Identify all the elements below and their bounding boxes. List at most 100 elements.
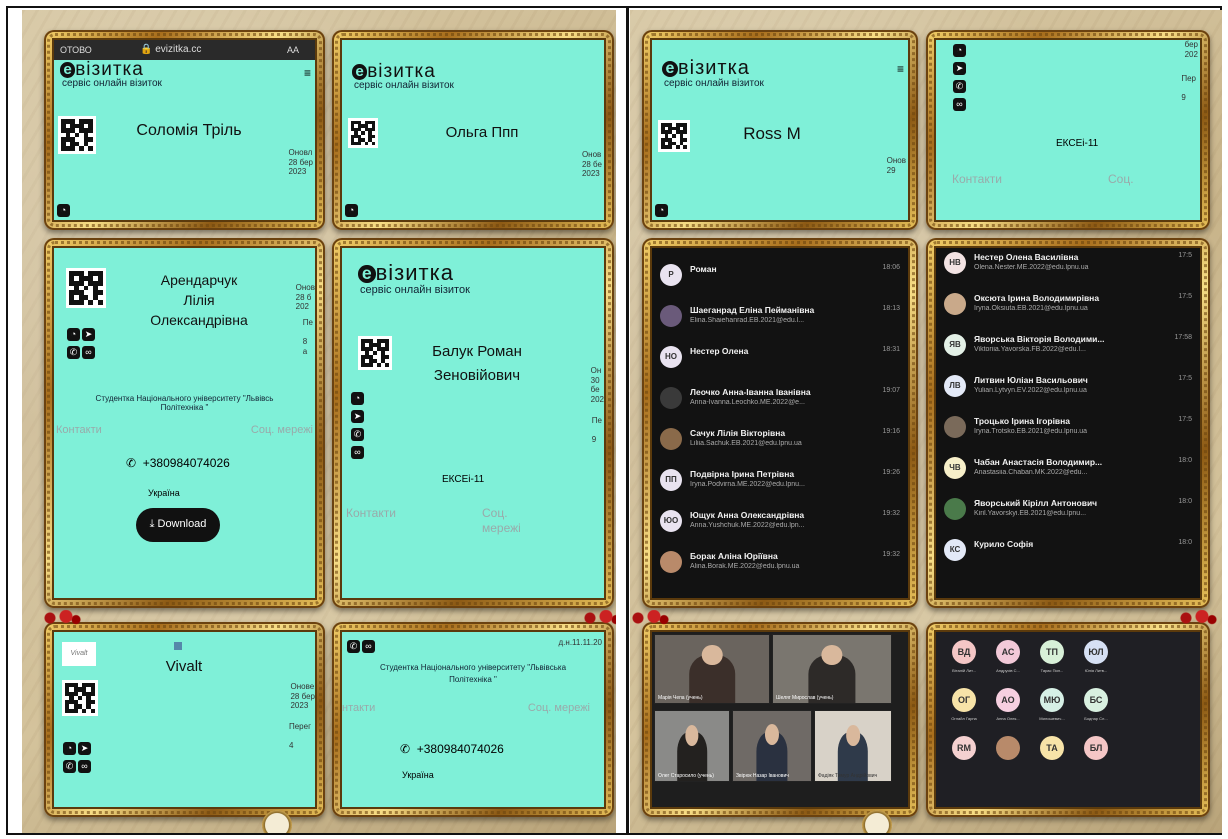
participant-avatar[interactable] [996,736,1020,760]
participant-avatar[interactable]: ЮЛ [1084,640,1108,664]
evizitka-logo[interactable]: e візитка [358,262,454,284]
avatar: ЧВ [944,457,966,479]
phone-row[interactable]: ✆ +380984074026 [126,456,230,470]
participant-avatar[interactable]: БС [1084,688,1108,712]
video-call-grid[interactable]: Марія Чепа (учень) Шеляг Мирослав (учень… [650,630,910,809]
telegram-icon[interactable]: ➤ [351,410,364,423]
contact-name: Подвірна Ірина Петрівна [690,469,795,479]
participant-avatar[interactable]: ТП [1040,640,1064,664]
evizitka-logo[interactable]: e візитка [352,62,436,81]
whatsapp-icon[interactable]: ◔ [953,44,966,57]
chat-row[interactable]: ЛВ Литвин Юліан Васильович Yulian.Lytvyn.E… [936,371,1200,412]
participant-name: Фадіяк Тимур Андрійович [818,773,878,779]
video-tile[interactable]: Олег Старосило (учень) [654,710,730,782]
chat-text: Яворський Кірілл Антонович Kiril.Yavorsky… [974,498,1170,517]
menu-icon[interactable]: ≡ [897,62,904,76]
chat-row[interactable]: Шаеганрад Еліна Пейманівна Elina.Shaiehan… [652,301,908,342]
contact-email: Iryna.Oksiuta.EB.2021@edu.lpnu.ua [974,305,1088,312]
chat-row[interactable]: КС Курило Софія 18:0 [936,535,1200,576]
whatsapp-icon[interactable]: ◔ [345,204,358,217]
card-1[interactable]: ОТОВО 🔒 evizitka.cc AA e візитка сервіс о… [52,38,317,222]
social-tab[interactable]: Соц. [1108,172,1134,186]
video-tile[interactable]: Звірюк Назар Іванович [732,710,812,782]
social-tab[interactable]: Соц. мережі [482,506,521,536]
chat-row[interactable]: Оксюта Ірина Володимирівна Iryna.Oksiuta.… [936,289,1200,330]
contacts-tab[interactable]: нтакти [342,702,375,714]
viber-icon[interactable]: ✆ [953,80,966,93]
link-icon[interactable]: ∞ [953,98,966,111]
chat-row[interactable]: ЯВ Яворська Вікторія Володими... Viktoriia… [936,330,1200,371]
chat-row[interactable]: Борак Аліна Юріївна Alina.Borak.ME.2022@e… [652,547,908,588]
chat-row[interactable]: Яворський Кірілл Антонович Kiril.Yavorsky… [936,494,1200,535]
chat-row[interactable]: НО Нестер Олена 18:31 [652,342,908,383]
viber-icon[interactable]: ✆ [63,760,76,773]
telegram-icon[interactable]: ➤ [78,742,91,755]
link-icon[interactable]: ∞ [362,640,375,653]
card-5[interactable]: Vivalt Vivalt Онове 28 бер 2023 Перег 4 … [52,630,317,809]
viber-icon[interactable]: ✆ [347,640,360,653]
link-icon[interactable]: ∞ [351,446,364,459]
link-icon[interactable]: ∞ [82,346,95,359]
social-tab[interactable]: Соц. мережі [528,702,590,714]
card-2[interactable]: e візитка сервіс онлайн візиток Ольга Ппп… [340,38,606,222]
left-panel: ОТОВО 🔒 evizitka.cc AA e візитка сервіс о… [22,10,616,833]
card-3[interactable]: Арендарчук Лілія Олександрівна Онов 28 б… [52,246,317,600]
frame-card-5: Vivalt Vivalt Онове 28 бер 2023 Перег 4 … [44,622,325,817]
participant-avatar[interactable]: АО [996,688,1020,712]
card-6[interactable]: ✆ ∞ д.н.11.11.20 Студентка Національного … [340,630,606,809]
text-size-button[interactable]: AA [287,45,299,55]
tagline: сервіс онлайн візиток [360,284,470,296]
download-button[interactable]: ⤓ Download [136,508,220,542]
whatsapp-icon[interactable]: ◔ [57,204,70,217]
chat-text: Чабан Анастасія Володимир... Anastasiia.C… [974,457,1170,476]
frame-card-2: e візитка сервіс онлайн візиток Ольга Ппп… [332,30,614,230]
birth-date: д.н.11.11.20 [558,638,602,647]
card-8[interactable]: ◔ ➤ ✆ ∞ бер 202 Пер 9 ЕКСЕі-11 Контакти Соц… [934,38,1202,222]
chat-row[interactable]: Троцько Ірина Ігорівна Iryna.Trotsko.EB.2… [936,412,1200,453]
evizitka-logo[interactable]: e візитка [662,58,750,78]
contact-email: Iryna.Trotsko.EB.2021@edu.lpnu.ua [974,428,1088,435]
chat-row[interactable]: ЧВ Чабан Анастасія Володимир... Anastasiia… [936,453,1200,494]
evizitka-logo[interactable]: e візитка [60,60,144,79]
chat-row[interactable]: Р Роман 18:06 [652,260,908,301]
contact-name: Оксюта Ірина Володимирівна [974,293,1100,303]
chat-row[interactable]: Леочко Анна-Іванна Іванівна Anna-Ivanna.L… [652,383,908,424]
viber-icon[interactable]: ✆ [351,428,364,441]
contacts-tab[interactable]: Контакти [952,172,1002,186]
url-bar[interactable]: 🔒 evizitka.cc [140,44,201,55]
chat-row[interactable]: Сачук Лілія Вікторівна Liliia.Sachuk.EB.2… [652,424,908,465]
participant-avatar[interactable]: БЛ [1084,736,1108,760]
card-7[interactable]: e візитка сервіс онлайн візиток ≡ Ross M … [650,38,910,222]
frame-card-8: ◔ ➤ ✆ ∞ бер 202 Пер 9 ЕКСЕі-11 Контакти Соц… [926,30,1210,230]
viber-icon[interactable]: ✆ [67,346,80,359]
whatsapp-icon[interactable]: ◔ [655,204,668,217]
video-tile[interactable]: Фадіяк Тимур Андрійович [814,710,892,782]
participant-avatar[interactable]: ВД [952,640,976,664]
video-tile[interactable]: Шеляг Мирослав (учень) [772,634,892,704]
chat-row[interactable]: НВ Нестер Олена Василівна Olena.Nester.ME.… [936,248,1200,289]
whatsapp-icon[interactable]: ◔ [67,328,80,341]
link-icon[interactable]: ∞ [78,760,91,773]
contacts-tab[interactable]: Контакти [346,506,396,520]
chat-text: Нестер Олена [690,346,874,358]
menu-icon[interactable]: ≡ [304,66,311,80]
participant-name: Тарас Пил... [1040,668,1064,673]
video-tile[interactable]: Марія Чепа (учень) [654,634,770,704]
contacts-tab[interactable]: Контакти [56,424,102,436]
participant-avatar[interactable]: АС [996,640,1020,664]
chat-row[interactable]: ЮО Ющук Анна Олександрівна Anna.Yushchuk.M… [652,506,908,547]
social-tab[interactable]: Соц. мережі [251,424,313,436]
group-label: ЕКСЕі-11 [442,474,485,485]
whatsapp-icon[interactable]: ◔ [351,392,364,405]
whatsapp-icon[interactable]: ◔ [63,742,76,755]
participant-avatar[interactable]: RM [952,736,976,760]
card-4[interactable]: e візитка сервіс онлайн візиток Балук Ром… [340,246,606,600]
participant-head [701,644,723,665]
phone-row[interactable]: ✆ +380984074026 [400,742,504,756]
chat-row[interactable]: ПП Подвірна Ірина Петрівна Iryna.Podvirna.… [652,465,908,506]
telegram-icon[interactable]: ➤ [82,328,95,341]
participant-avatar[interactable]: ОГ [952,688,976,712]
participant-avatar[interactable]: ТА [1040,736,1064,760]
telegram-icon[interactable]: ➤ [953,62,966,75]
participant-avatar[interactable]: МЮ [1040,688,1064,712]
